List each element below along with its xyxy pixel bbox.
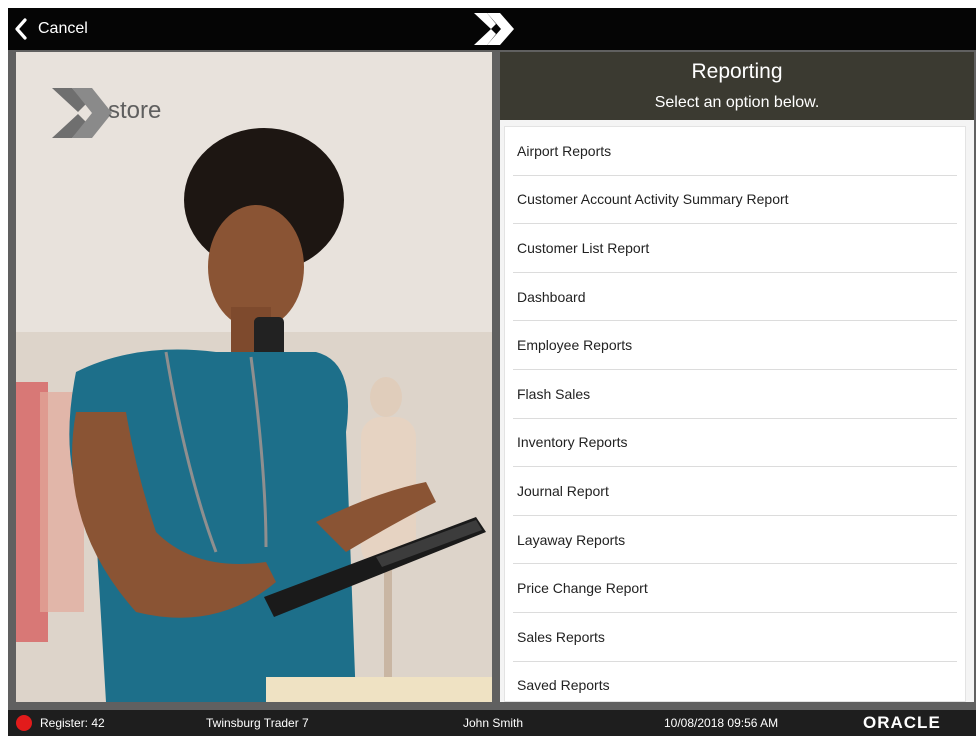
list-item-customer-account-activity-summary[interactable]: Customer Account Activity Summary Report — [513, 176, 957, 225]
register-status-icon — [16, 715, 32, 731]
list-item-dashboard[interactable]: Dashboard — [513, 273, 957, 322]
list-item-employee-reports[interactable]: Employee Reports — [513, 321, 957, 370]
list-item-label: Sales Reports — [517, 628, 605, 645]
panel-subtitle: Select an option below. — [654, 94, 820, 111]
panel-header: Reporting Select an option below. — [500, 52, 974, 120]
date-time: 10/08/2018 09:56 AM — [664, 716, 779, 730]
list-item-inventory-reports[interactable]: Inventory Reports — [513, 419, 957, 468]
list-item-label: Dashboard — [517, 288, 586, 305]
list-item-saved-reports[interactable]: Saved Reports — [513, 662, 957, 701]
list-item-label: Customer Account Activity Summary Report — [517, 191, 789, 208]
cancel-label: Cancel — [38, 20, 88, 37]
cancel-button[interactable]: Cancel — [14, 16, 88, 42]
list-item-airport-reports[interactable]: Airport Reports — [513, 127, 957, 176]
list-item-label: Customer List Report — [517, 239, 650, 256]
list-item-journal-report[interactable]: Journal Report — [513, 467, 957, 516]
list-item-label: Price Change Report — [517, 580, 648, 597]
list-item-label: Saved Reports — [517, 677, 610, 694]
list-item-label: Employee Reports — [517, 337, 633, 354]
report-options-list[interactable]: Airport Reports Customer Account Activit… — [504, 126, 966, 702]
reporting-panel: Reporting Select an option below. Airpor… — [500, 52, 974, 702]
xstore-logo: store — [52, 86, 182, 140]
user-name: John Smith — [463, 716, 524, 730]
list-item-flash-sales[interactable]: Flash Sales — [513, 370, 957, 419]
panel-title: Reporting — [691, 60, 783, 83]
list-item-label: Inventory Reports — [517, 434, 628, 451]
promo-photo: store — [16, 52, 492, 702]
list-item-label: Layaway Reports — [517, 531, 626, 548]
list-item-price-change-report[interactable]: Price Change Report — [513, 564, 957, 613]
list-item-sales-reports[interactable]: Sales Reports — [513, 613, 957, 662]
status-bar: Register: 42 Twinsburg Trader 7 John Smi… — [8, 710, 976, 736]
xstore-logo-text: store — [108, 97, 162, 124]
list-item-layaway-reports[interactable]: Layaway Reports — [513, 516, 957, 565]
app-window: Cancel store Reporting Select an option … — [8, 8, 976, 736]
oracle-logo: ORACLE — [863, 713, 941, 732]
woman-with-tablet-illustration — [16, 52, 492, 702]
top-bar: Cancel — [8, 8, 976, 50]
x-logo-icon — [474, 13, 514, 45]
store-name: Twinsburg Trader 7 — [206, 716, 309, 730]
list-item-label: Flash Sales — [517, 385, 591, 402]
list-item-customer-list-report[interactable]: Customer List Report — [513, 224, 957, 273]
list-item-label: Airport Reports — [517, 142, 612, 159]
chevron-left-icon — [14, 18, 32, 40]
list-item-label: Journal Report — [517, 482, 609, 499]
register-label: Register: 42 — [40, 716, 105, 730]
